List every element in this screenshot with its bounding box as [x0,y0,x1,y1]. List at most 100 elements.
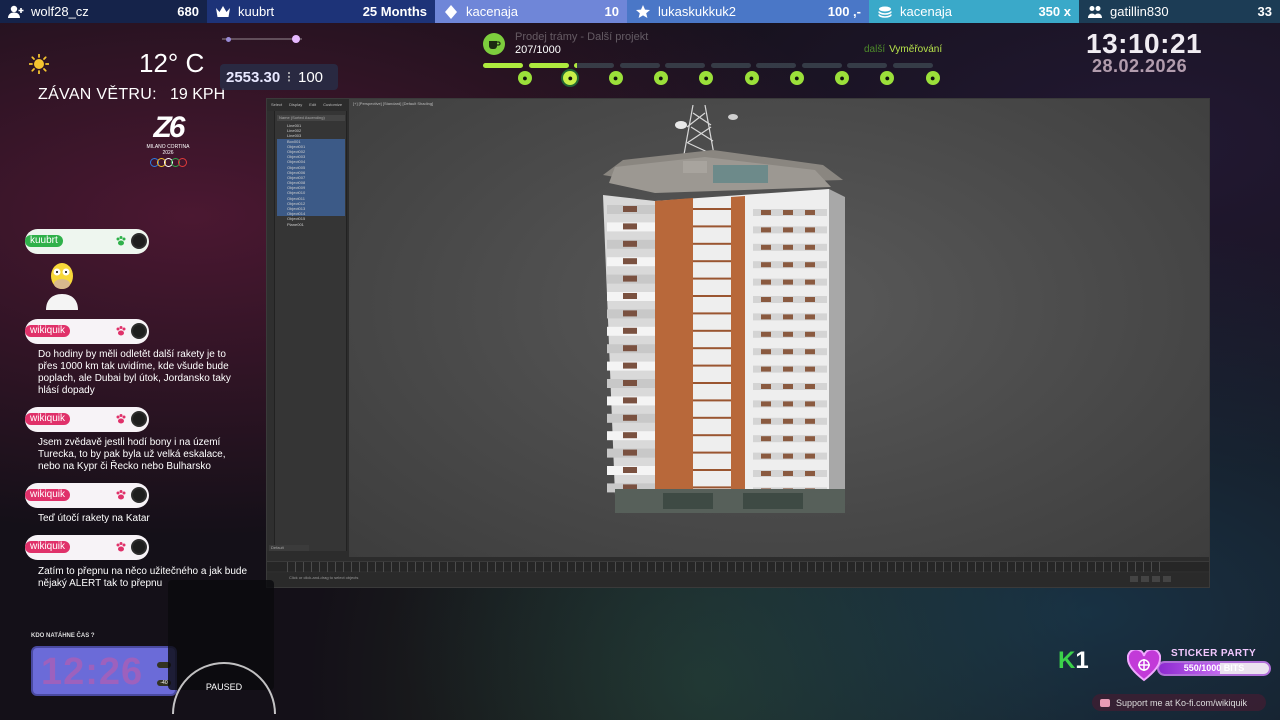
olympics-logo: Z6 MILANO CORTINA 2026 [138,112,198,176]
play-button[interactable] [1130,576,1138,582]
sun-icon [29,54,49,74]
scene-header[interactable]: Name (Sorted Ascending) [277,115,345,121]
crown-icon [216,5,230,17]
chat-username: wikiquik [25,325,71,337]
chat-username: wikiquik [25,413,71,425]
alert-name: kuubrt [238,4,275,19]
flame-icon: ● [518,71,532,85]
wind-label: ZÁVAN VĚTRU: [38,86,157,103]
widget-slider [222,35,302,43]
next-frame-button[interactable] [1141,576,1149,582]
olympics-mark: Z6 [153,111,185,144]
project-title: Prodej trámy - Další projekt [515,31,649,43]
menu-item[interactable]: Edit [309,102,316,109]
key-button[interactable] [1163,576,1171,582]
paused-label: PAUSED [205,682,243,692]
project-next-prefix: další [864,44,886,55]
chat-username: wikiquik [25,489,71,501]
progress-segment [892,63,933,68]
project-count: 207/1000 [515,44,561,56]
end-button[interactable] [1152,576,1160,582]
door-icon: ● [925,71,940,85]
project-next: další Vyměřování [864,44,942,55]
timer-value: 12:26 [41,651,144,693]
heart-badge-icon [131,411,147,427]
alert-name: lukaskukkuk2 [658,4,737,19]
layer-dropdown[interactable]: Default [269,545,309,551]
tools-icon: ● [608,71,623,85]
alert-value: 100 ,- [827,4,861,19]
kofi-text: Support me at Ko-fi.com/wikiquik [1116,697,1248,708]
playback-controls[interactable] [1127,576,1171,582]
modeling-app-window[interactable]: Select Display Edit Customize Name (Sort… [266,98,1210,588]
viewport-label[interactable]: [+] [Perspective] [Standard] [Default Sh… [353,101,433,106]
status-bar: Click or click-and-drag to select object… [267,573,1209,587]
progress-segment [801,63,842,68]
project-next-label: Vyměřování [889,44,943,55]
paw-icon [116,236,126,246]
alert-bits: kacenaja 10 [435,0,627,23]
alert-name: gatillin830 [1110,4,1169,19]
alert-value: 33 [1257,4,1272,19]
chat-username: wikiquik [25,541,71,553]
alert-name: kacenaja [466,4,519,19]
paint-icon: ● [789,71,804,85]
raid-icon [1088,5,1102,18]
chat-message-header: wikiquik [25,483,149,508]
score-value-b: 100 [298,68,324,86]
follower-icon [8,5,24,18]
scene-list: Line001 Line002 Line003 Box001 Object001 Obje… [277,123,345,227]
scene-item[interactable]: Plane001 [277,222,345,227]
hammer-icon: ● [653,71,668,85]
bucket-icon: ● [744,71,759,85]
olympic-rings-icon [138,158,198,167]
heart-badge-icon [131,539,147,555]
alert-value: 25 Months [362,4,427,19]
timeline[interactable] [267,561,1209,572]
sticker-party-goal: 550/1000 BITS STICKER PARTY [1127,646,1271,682]
chat-message-header: wikiquik [25,407,149,432]
paw-icon [116,326,126,336]
alert-points: kacenaja 350 x [869,0,1079,23]
progress-segment [528,63,569,68]
alert-value: 680 [177,4,199,19]
wind-value: 19 KPH [170,86,226,103]
star-icon [636,4,650,18]
scene-explorer: Name (Sorted Ascending) Line001 Line002 Li… [267,111,347,551]
chat-username: kuubrt [25,235,63,247]
olympics-year: 2026 [162,150,174,156]
slider-dot [292,35,300,43]
paw-icon [116,414,126,424]
project-progress-bar [483,63,938,69]
heart-icon [1127,650,1161,682]
heart-badge-icon [131,323,147,339]
clock-date: 28.02.2026 [1092,56,1188,76]
progress-segment [847,63,887,68]
score-value-a: 2553.30 [226,68,281,86]
chat-message-text: Do hodiny by měli odletět další rakety j… [38,349,231,396]
chat-message-header: wikiquik [25,535,149,560]
menu-item[interactable]: Display [289,102,302,109]
progress-segment [756,63,796,68]
chat-message-text: Jsem zvědavě jestli hodí bony i na území… [38,437,226,472]
menu-item[interactable]: Select [271,102,282,109]
perspective-viewport[interactable]: [+] [Perspective] [Standard] [Default Sh… [349,99,1209,557]
chat-message-header: wikiquik [25,319,149,344]
slider-dot [226,36,231,42]
heart-badge-icon [131,233,147,249]
menu-item[interactable]: Customize [323,102,342,109]
coffee-icon [483,33,505,55]
alert-value: 350 x [1038,4,1071,19]
alert-follower: wolf28_cz 680 [0,0,207,23]
score-separator: ⁝ [286,69,292,86]
progress-segment [574,63,614,68]
kofi-cup-icon [1100,698,1110,707]
fire-icon: ● [563,71,578,85]
progress-segment [710,63,751,68]
timer-widget: 12:26 -40 [31,646,177,696]
alert-name: wolf28_cz [31,4,89,19]
progress-segment [665,63,705,68]
alert-name: kacenaja [900,4,953,19]
emote-homer-icon [46,263,78,310]
alert-donation: lukaskukkuk2 100 ,- [627,0,869,23]
